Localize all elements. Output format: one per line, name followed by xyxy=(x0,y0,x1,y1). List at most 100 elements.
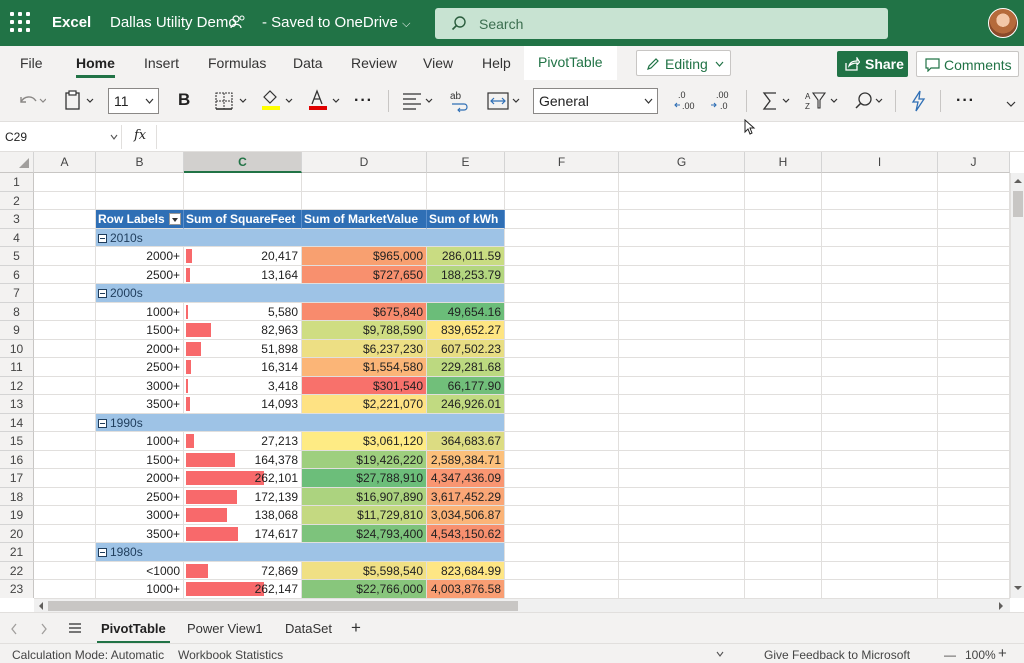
grid-cell[interactable] xyxy=(822,210,938,229)
grid-cell[interactable] xyxy=(822,247,938,266)
font-size-select[interactable]: 11 xyxy=(108,88,159,114)
share-button[interactable]: Share xyxy=(837,51,908,77)
grid-cell[interactable] xyxy=(619,210,745,229)
tab-view[interactable]: View xyxy=(423,55,453,71)
pivot-row-label[interactable]: 1000+ xyxy=(96,302,184,321)
decrease-decimal-button[interactable]: .00 .0 xyxy=(708,88,734,114)
pivot-marketvalue-cell[interactable]: $19,426,220 xyxy=(302,450,427,469)
column-header-b[interactable]: B xyxy=(96,152,184,173)
grid-cell[interactable] xyxy=(34,524,96,543)
pivot-marketvalue-cell[interactable]: $965,000 xyxy=(302,247,427,266)
grid-cell[interactable] xyxy=(505,284,619,303)
grid-cell[interactable] xyxy=(938,469,1010,488)
column-header-a[interactable]: A xyxy=(34,152,96,173)
grid-cell[interactable] xyxy=(619,173,745,192)
editing-mode-button[interactable]: Editing xyxy=(636,50,731,76)
tab-data[interactable]: Data xyxy=(293,55,323,71)
pivot-sqft-cell[interactable]: 20,417 xyxy=(184,247,302,266)
pivot-row-label[interactable]: 2000+ xyxy=(96,339,184,358)
save-status-dropdown[interactable]: - Saved to OneDrive ⌵ xyxy=(262,14,410,31)
pivot-marketvalue-cell[interactable]: $24,793,400 xyxy=(302,524,427,543)
feedback-link[interactable]: Give Feedback to Microsoft xyxy=(764,648,910,662)
grid-cell[interactable] xyxy=(745,524,822,543)
grid-cell[interactable] xyxy=(822,302,938,321)
grid-cell[interactable] xyxy=(938,265,1010,284)
pivot-marketvalue-cell[interactable]: $3,061,120 xyxy=(302,432,427,451)
grid-cell[interactable] xyxy=(505,210,619,229)
grid-cell[interactable] xyxy=(34,228,96,247)
grid-cell[interactable] xyxy=(938,413,1010,432)
grid-cell[interactable] xyxy=(938,543,1010,562)
grid-cell[interactable] xyxy=(745,469,822,488)
grid-cell[interactable] xyxy=(505,376,619,395)
grid-cell[interactable] xyxy=(822,339,938,358)
horizontal-scroll-thumb[interactable] xyxy=(48,601,518,611)
row-header[interactable]: 21 xyxy=(0,543,34,562)
ideas-button[interactable] xyxy=(908,88,930,114)
column-header-h[interactable]: H xyxy=(745,152,822,173)
grid-cell[interactable] xyxy=(619,524,745,543)
more-options-button[interactable]: ··· xyxy=(956,92,975,110)
grid-cell[interactable] xyxy=(938,321,1010,340)
pivot-sqft-cell[interactable]: 51,898 xyxy=(184,339,302,358)
grid-cell[interactable] xyxy=(505,339,619,358)
paste-button[interactable] xyxy=(62,88,100,114)
pivot-kwh-cell[interactable]: 3,617,452.29 xyxy=(427,487,505,506)
pivot-kwh-cell[interactable]: 246,926.01 xyxy=(427,395,505,414)
pivot-header-cell[interactable]: Row Labels xyxy=(96,210,184,229)
more-font-options-button[interactable]: ··· xyxy=(354,92,373,110)
grid-cell[interactable] xyxy=(619,395,745,414)
sheet-tab-dataset[interactable]: DataSet xyxy=(285,621,332,636)
sort-filter-button[interactable]: A Z xyxy=(804,88,842,114)
grid-cell[interactable] xyxy=(619,358,745,377)
comments-button[interactable]: Comments xyxy=(916,51,1019,77)
grid-cell[interactable] xyxy=(505,228,619,247)
ribbon-collapse-button[interactable] xyxy=(1005,88,1017,114)
formula-input[interactable] xyxy=(156,125,1024,149)
pivot-row-label[interactable]: 2000+ xyxy=(96,247,184,266)
grid-cell[interactable] xyxy=(822,413,938,432)
pivot-marketvalue-cell[interactable]: $2,221,070 xyxy=(302,395,427,414)
chevron-left-icon[interactable] xyxy=(10,623,18,635)
pivot-row-label[interactable]: 3000+ xyxy=(96,376,184,395)
grid-cell[interactable] xyxy=(745,413,822,432)
pivot-sqft-cell[interactable]: 82,963 xyxy=(184,321,302,340)
pivot-row-label[interactable]: 1500+ xyxy=(96,321,184,340)
pivot-row-label[interactable]: 1500+ xyxy=(96,450,184,469)
pivot-kwh-cell[interactable]: 364,683.67 xyxy=(427,432,505,451)
grid-cell[interactable] xyxy=(505,413,619,432)
column-header-f[interactable]: F xyxy=(505,152,619,173)
worksheet-grid[interactable]: A B C D E F G H I J 1 2 3 4 5 6 7 8 9 10 11 12 13 14 15 16 17 18 19 2… xyxy=(0,152,1024,598)
find-button[interactable] xyxy=(852,88,888,114)
grid-cell[interactable] xyxy=(34,450,96,469)
pivot-row-label[interactable]: 2500+ xyxy=(96,358,184,377)
pivot-group-row[interactable]: 2000s xyxy=(96,284,505,303)
grid-cell[interactable] xyxy=(505,358,619,377)
grid-cell[interactable] xyxy=(938,432,1010,451)
grid-cell[interactable] xyxy=(745,487,822,506)
grid-cell[interactable] xyxy=(822,487,938,506)
grid-cell[interactable] xyxy=(745,173,822,192)
pivot-kwh-cell[interactable]: 607,502.23 xyxy=(427,339,505,358)
pivot-marketvalue-cell[interactable]: $675,840 xyxy=(302,302,427,321)
grid-cell[interactable] xyxy=(619,191,745,210)
grid-cell[interactable] xyxy=(505,487,619,506)
column-header-i[interactable]: I xyxy=(822,152,938,173)
grid-cell[interactable] xyxy=(505,191,619,210)
row-header[interactable]: 20 xyxy=(0,524,34,543)
pivot-group-row[interactable]: 2010s xyxy=(96,228,505,247)
grid-cell[interactable] xyxy=(938,580,1010,598)
grid-cell[interactable] xyxy=(745,321,822,340)
grid-cell[interactable] xyxy=(822,506,938,525)
pivot-kwh-cell[interactable]: 188,253.79 xyxy=(427,265,505,284)
grid-cell[interactable] xyxy=(34,247,96,266)
chevron-down-icon[interactable] xyxy=(716,651,724,657)
row-header[interactable]: 9 xyxy=(0,321,34,340)
grid-cell[interactable] xyxy=(619,321,745,340)
grid-cell[interactable] xyxy=(34,321,96,340)
column-header-c[interactable]: C xyxy=(184,152,302,173)
grid-cell[interactable] xyxy=(619,487,745,506)
grid-cell[interactable] xyxy=(938,284,1010,303)
grid-cell[interactable] xyxy=(34,487,96,506)
collapse-minus-icon[interactable] xyxy=(98,418,107,428)
